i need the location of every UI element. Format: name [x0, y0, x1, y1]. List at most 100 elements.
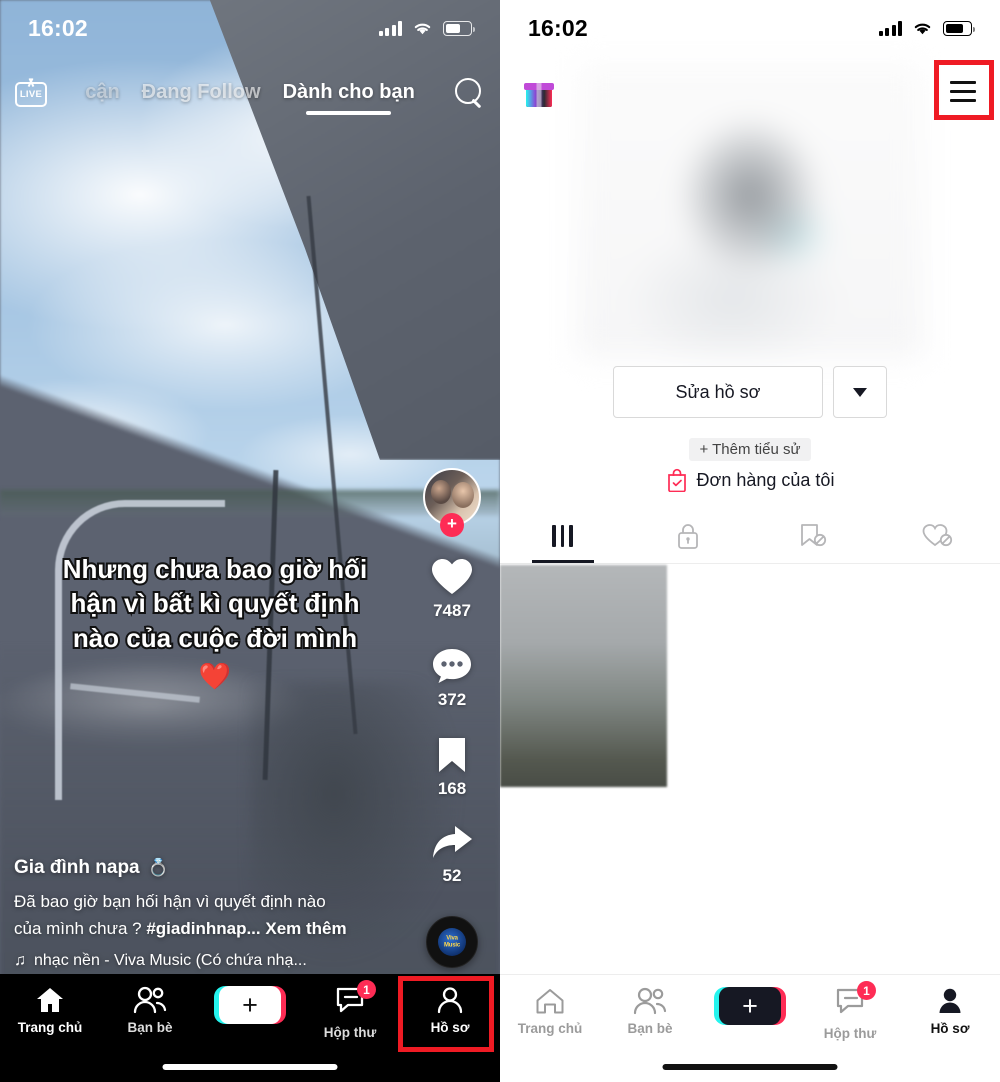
tab-hop-thu-right[interactable]: 1 Hộp thư — [800, 981, 900, 1041]
heart-hidden-icon — [922, 523, 952, 546]
edit-profile-button[interactable]: Sửa hồ sơ — [613, 366, 823, 418]
profile-person-icon — [939, 988, 961, 1013]
live-tv-icon[interactable]: LIVE — [14, 74, 48, 108]
tab-label: Hồ sơ — [930, 1021, 970, 1036]
like-count: 7487 — [433, 601, 471, 620]
lock-icon — [677, 523, 698, 549]
caption-text: Đã bao giờ bạn hối hận vì quyết định nào… — [14, 889, 410, 942]
status-time: 16:02 — [528, 14, 588, 41]
subtitle-line-1: Nhưng chưa bao giờ hối — [61, 552, 370, 586]
video-subtitle: Nhưng chưa bao giờ hối hận vì bất kì quy… — [0, 552, 430, 693]
live-label: LIVE — [19, 89, 43, 100]
cellular-bars-icon — [878, 20, 902, 36]
follow-plus-badge[interactable]: + — [440, 513, 464, 537]
profile-tab-videos[interactable] — [500, 508, 625, 563]
tab-ho-so-right[interactable]: Hồ sơ — [900, 987, 1000, 1036]
video-thumbnail[interactable] — [500, 565, 667, 787]
caption-music-row[interactable]: ♫ nhạc nền - Viva Music (Có chứa nhạ... — [14, 952, 410, 970]
author-avatar-wrap[interactable]: + — [423, 468, 481, 537]
music-note-icon: ♫ — [14, 952, 26, 969]
caption-hashtag[interactable]: #giadinhnap... — [146, 919, 260, 938]
create-plus-icon[interactable]: + — [714, 987, 786, 1025]
add-bio-row[interactable]: + Thêm tiểu sử — [500, 438, 1000, 461]
wifi-icon — [914, 23, 931, 34]
home-indicator-right — [662, 1064, 838, 1070]
tab-label: Hộp thư — [323, 1025, 377, 1040]
status-indicators — [878, 20, 975, 36]
share-count: 52 — [442, 866, 462, 885]
share-action[interactable]: 52 — [431, 825, 473, 886]
grid-icon — [552, 524, 573, 547]
feed-tabs: cận Đang Follow Dành cho bạn — [48, 81, 452, 115]
search-icon[interactable] — [452, 75, 486, 109]
home-icon — [37, 988, 63, 1012]
feed-tab-following[interactable]: Đang Follow — [142, 81, 261, 104]
feed-tab-for-you[interactable]: Dành cho bạn — [283, 81, 415, 115]
status-time: 16:02 — [28, 14, 88, 41]
profile-dropdown-button[interactable] — [833, 366, 887, 418]
hamburger-menu-icon[interactable] — [942, 70, 984, 112]
tab-label: Trang chủ — [17, 1020, 83, 1035]
friends-icon — [133, 986, 167, 1014]
bookmark-hidden-icon — [800, 523, 826, 546]
my-orders-label: Đơn hàng của tôi — [696, 469, 835, 490]
tab-create-left[interactable]: + — [200, 986, 300, 1024]
bookmark-count: 168 — [437, 779, 467, 798]
add-bio-label: + Thêm tiểu sử — [689, 438, 811, 461]
tab-label: Hộp thư — [823, 1026, 877, 1041]
status-bar-right: 16:02 — [500, 0, 1000, 56]
create-plus-icon[interactable]: + — [214, 986, 286, 1024]
home-icon — [536, 989, 564, 1014]
subtitle-line-2: hận vì bất kì quyết định — [69, 586, 362, 620]
caption-more-link[interactable]: Xem thêm — [265, 919, 346, 938]
caption-username: Gia đình napa — [14, 857, 140, 879]
tab-trang-chu-left[interactable]: Trang chủ — [0, 986, 100, 1035]
music-disc-icon[interactable]: Viva Music — [426, 916, 478, 968]
caption-text-line-1: Đã bao giờ bạn hối hận vì quyết định nào — [14, 892, 326, 912]
bookmark-icon — [439, 738, 465, 772]
status-bar-left: 16:02 — [0, 0, 500, 56]
wifi-icon — [414, 23, 431, 34]
tab-ban-be-left[interactable]: Bạn bè — [100, 986, 200, 1035]
video-caption: Gia đình napa 💍 Đã bao giờ bạn hối hận v… — [14, 857, 410, 970]
tiktok-feed-panel: 16:02 LIVE cận Đang Follow Dành cho bạn — [0, 0, 500, 1082]
caption-username-row[interactable]: Gia đình napa 💍 — [14, 857, 410, 879]
home-indicator-left — [162, 1064, 338, 1070]
shopping-bag-icon — [667, 468, 686, 492]
profile-tab-private[interactable] — [625, 508, 750, 563]
tab-ho-so-left[interactable]: Hồ sơ — [400, 986, 500, 1035]
feed-tab-can[interactable]: cận — [85, 81, 119, 104]
subtitle-line-3: nào của cuộc đời mình — [71, 621, 359, 655]
tab-label: Bạn bè — [627, 1021, 673, 1036]
video-action-rail: + 7487 372 168 52 Viva Music — [416, 468, 488, 968]
tab-hop-thu-left[interactable]: 1 Hộp thư — [300, 980, 400, 1040]
tab-ban-be-right[interactable]: Bạn bè — [600, 987, 700, 1036]
bottom-tabbar-right: Trang chủ Bạn bè + 1 Hộp thư Hồ sơ — [500, 974, 1000, 1082]
profile-action-row: Sửa hồ sơ — [500, 366, 1000, 418]
feed-top-nav: LIVE cận Đang Follow Dành cho bạn — [0, 64, 500, 120]
gift-icon[interactable] — [522, 76, 556, 110]
status-indicators — [378, 20, 475, 36]
friends-icon — [633, 987, 667, 1015]
caption-music-text: nhạc nền - Viva Music (Có chứa nhạ... — [34, 952, 307, 969]
tab-trang-chu-right[interactable]: Trang chủ — [500, 987, 600, 1036]
ring-emoji: 💍 — [147, 858, 169, 878]
comment-action[interactable]: 372 — [431, 647, 473, 710]
like-action[interactable]: 7487 — [431, 558, 473, 621]
profile-tab-saved-hidden[interactable] — [750, 508, 875, 563]
bookmark-action[interactable]: 168 — [435, 736, 469, 799]
video-thumbnail-empty — [833, 565, 1000, 787]
subtitle-heart-emoji: ❤️ — [197, 659, 233, 693]
tab-create-right[interactable]: + — [700, 987, 800, 1025]
video-thumbnail-empty — [667, 565, 834, 787]
chevron-down-icon — [853, 387, 867, 397]
music-disc-label: Viva Music — [443, 935, 460, 948]
profile-tab-liked-hidden[interactable] — [875, 508, 1000, 563]
profile-video-grid — [500, 565, 1000, 787]
my-orders-row[interactable]: Đơn hàng của tôi — [500, 468, 1000, 492]
tab-label: Hồ sơ — [430, 1020, 470, 1035]
tiktok-profile-panel: 16:02 Sửa hồ sơ + Thêm tiểu sử Đơn hàng … — [500, 0, 1000, 1082]
inbox-badge: 1 — [857, 981, 876, 1000]
profile-person-icon — [437, 987, 463, 1014]
comment-icon — [433, 649, 471, 683]
